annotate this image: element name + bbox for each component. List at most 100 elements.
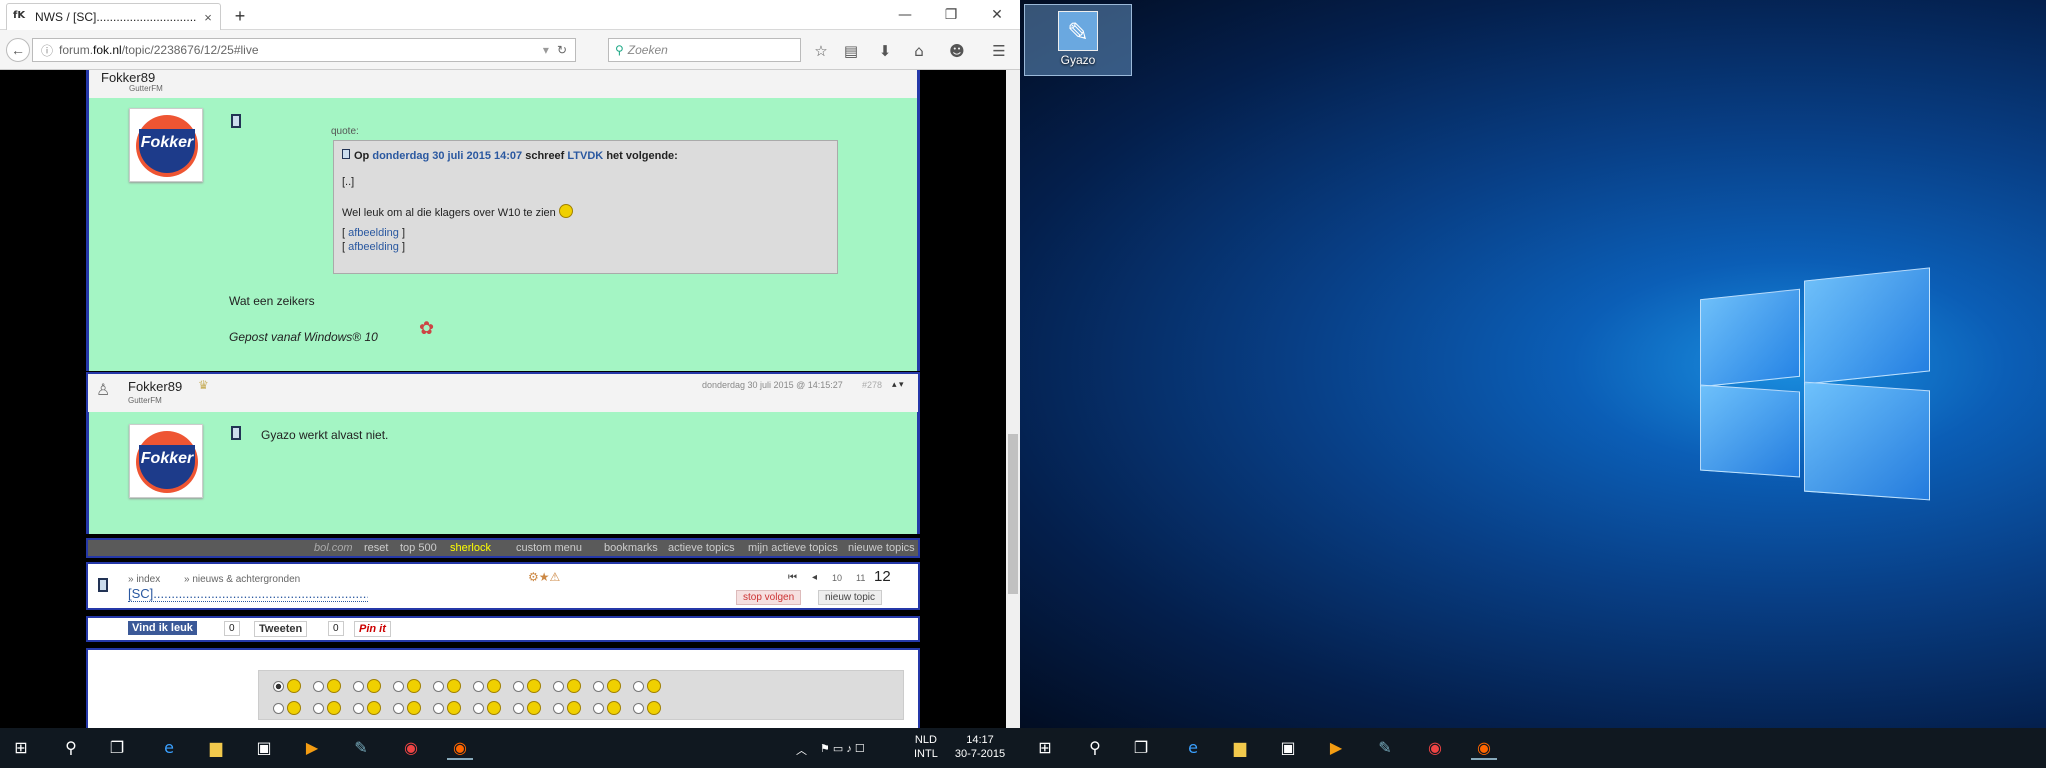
new-tab-button[interactable]: + <box>230 6 250 26</box>
gyazo-taskbar-icon[interactable]: ✎ <box>1372 736 1398 760</box>
first-page-button[interactable]: ⏮ <box>788 572 797 583</box>
quote-date-link[interactable]: donderdag 30 juli 2015 14:07 <box>372 150 522 162</box>
smiley-radio[interactable] <box>393 681 404 692</box>
smiley-radio[interactable] <box>513 681 524 692</box>
quote-user-link[interactable]: LTVDK <box>567 150 603 162</box>
info-icon[interactable]: ⓘ <box>41 42 53 59</box>
page-link[interactable]: 11 <box>856 573 865 583</box>
smiley-radio[interactable] <box>433 703 444 714</box>
media-icon[interactable]: ▶ <box>1323 736 1349 760</box>
hello-icon[interactable]: ☻ <box>946 40 968 62</box>
breadcrumb-topic[interactable]: [SC]....................................… <box>128 586 368 602</box>
firefox-icon[interactable]: ◉ <box>447 736 473 760</box>
desktop-icon-gyazo[interactable]: ✎ Gyazo <box>1024 4 1132 76</box>
image-link[interactable]: afbeelding <box>348 241 399 253</box>
toolbar-icons: ⚙★⚠ <box>528 570 561 584</box>
firefox-icon[interactable]: ◉ <box>1471 736 1497 760</box>
menu-item[interactable]: nieuwe topics <box>848 542 915 554</box>
task-view-icon[interactable]: ❐ <box>104 736 130 760</box>
smiley-radio[interactable] <box>593 681 604 692</box>
search-field[interactable]: ⚲ Zoeken <box>608 38 801 62</box>
pinterest-button[interactable]: Pin it <box>354 621 391 637</box>
smiley-radio[interactable] <box>553 703 564 714</box>
start-icon[interactable]: ⊞ <box>8 736 34 760</box>
close-window-button[interactable]: ✕ <box>974 0 1020 30</box>
search-engine-icon[interactable]: ⚲ <box>615 43 624 57</box>
home-icon[interactable]: ⌂ <box>908 40 930 62</box>
reading-list-icon[interactable]: ▤ <box>840 40 862 62</box>
file-explorer-icon[interactable]: ▆ <box>1227 736 1253 760</box>
scrollbar-thumb[interactable] <box>1008 434 1018 594</box>
smiley-radio[interactable] <box>553 681 564 692</box>
smiley-radio[interactable] <box>353 703 364 714</box>
back-button[interactable]: ← <box>6 38 30 62</box>
smiley-radio[interactable] <box>593 703 604 714</box>
chrome-icon[interactable]: ◉ <box>398 736 424 760</box>
prev-page-button[interactable]: ◂ <box>812 572 817 583</box>
smiley-radio[interactable] <box>273 703 284 714</box>
search-icon[interactable]: ⚲ <box>58 736 84 760</box>
stop-follow-button[interactable]: stop volgen <box>736 590 802 605</box>
facebook-like-button[interactable]: Vind ik leuk <box>128 621 197 635</box>
page-link[interactable]: 10 <box>832 573 842 583</box>
smiley-radio[interactable] <box>513 703 524 714</box>
post-username[interactable]: Fokker89 <box>101 70 155 85</box>
smiley-radio[interactable] <box>393 703 404 714</box>
smiley-radio[interactable] <box>473 703 484 714</box>
image-link[interactable]: afbeelding <box>348 227 399 239</box>
menu-item[interactable]: bol.com <box>314 542 353 554</box>
url-path: /topic/2238676/12/25#live <box>121 43 259 57</box>
start-icon[interactable]: ⊞ <box>1032 736 1058 760</box>
smiley-radio[interactable] <box>633 681 644 692</box>
menu-item[interactable]: reset <box>364 542 388 554</box>
download-icon[interactable]: ⬇ <box>874 40 896 62</box>
menu-item[interactable]: top 500 <box>400 542 437 554</box>
gyazo-taskbar-icon[interactable]: ✎ <box>348 736 374 760</box>
smiley-radio[interactable] <box>353 681 364 692</box>
breadcrumb-section[interactable]: » nieuws & achtergronden <box>184 574 300 585</box>
tray-icons[interactable]: ⚑ ▭ ♪ ☐ <box>820 742 865 755</box>
scrollbar[interactable] <box>1006 70 1020 728</box>
language-indicator[interactable]: NLD INTL <box>914 733 938 761</box>
dropdown-icon[interactable]: ▾ <box>543 43 549 57</box>
smiley-icon <box>647 679 661 693</box>
smiley-radio[interactable] <box>273 681 284 692</box>
post-number[interactable]: #278 <box>862 380 882 390</box>
tray-chevron-icon[interactable]: ︿ <box>796 742 807 758</box>
minimize-button[interactable]: — <box>882 0 928 30</box>
post-body: Fokker quote: Op donderdag 30 juli 2015 … <box>86 98 920 371</box>
edge-icon[interactable]: e <box>1180 736 1206 760</box>
smiley-radio[interactable] <box>633 703 644 714</box>
reload-icon[interactable]: ↻ <box>557 43 567 57</box>
maximize-button[interactable]: ❐ <box>928 0 974 30</box>
menu-icon[interactable]: ☰ <box>988 40 1010 62</box>
file-explorer-icon[interactable]: ▆ <box>203 736 229 760</box>
new-topic-button[interactable]: nieuw topic <box>818 590 883 605</box>
menu-item[interactable]: mijn actieve topics <box>748 542 838 554</box>
breadcrumb-index[interactable]: » index <box>128 574 160 585</box>
tweet-button[interactable]: Tweeten <box>254 621 308 637</box>
smiley-radio[interactable] <box>313 681 324 692</box>
edge-icon[interactable]: e <box>156 736 182 760</box>
menu-item[interactable]: bookmarks <box>604 542 658 554</box>
menu-item[interactable]: sherlock <box>450 542 491 554</box>
bookmark-star-icon[interactable]: ☆ <box>810 40 832 62</box>
menu-item[interactable]: actieve topics <box>668 542 735 554</box>
menu-item[interactable]: custom menu <box>516 542 582 554</box>
smiley-radio[interactable] <box>433 681 444 692</box>
close-tab-icon[interactable]: × <box>202 10 214 25</box>
store-icon[interactable]: ▣ <box>1275 736 1301 760</box>
animated-smiley-icon: ✿ <box>419 318 435 338</box>
browser-tab[interactable]: fK NWS / [SC]...........................… <box>6 3 221 30</box>
url-bar[interactable]: ⓘ forum.fok.nl/topic/2238676/12/25#live … <box>32 38 576 62</box>
clock[interactable]: 14:17 30-7-2015 <box>950 733 1010 761</box>
media-icon[interactable]: ▶ <box>299 736 325 760</box>
post-nav-arrows[interactable]: ▴ ▾ <box>892 379 904 390</box>
chrome-icon[interactable]: ◉ <box>1422 736 1448 760</box>
task-view-icon[interactable]: ❐ <box>1128 736 1154 760</box>
store-icon[interactable]: ▣ <box>251 736 277 760</box>
post-username[interactable]: Fokker89 <box>128 379 182 394</box>
smiley-radio[interactable] <box>313 703 324 714</box>
smiley-radio[interactable] <box>473 681 484 692</box>
search-icon[interactable]: ⚲ <box>1082 736 1108 760</box>
